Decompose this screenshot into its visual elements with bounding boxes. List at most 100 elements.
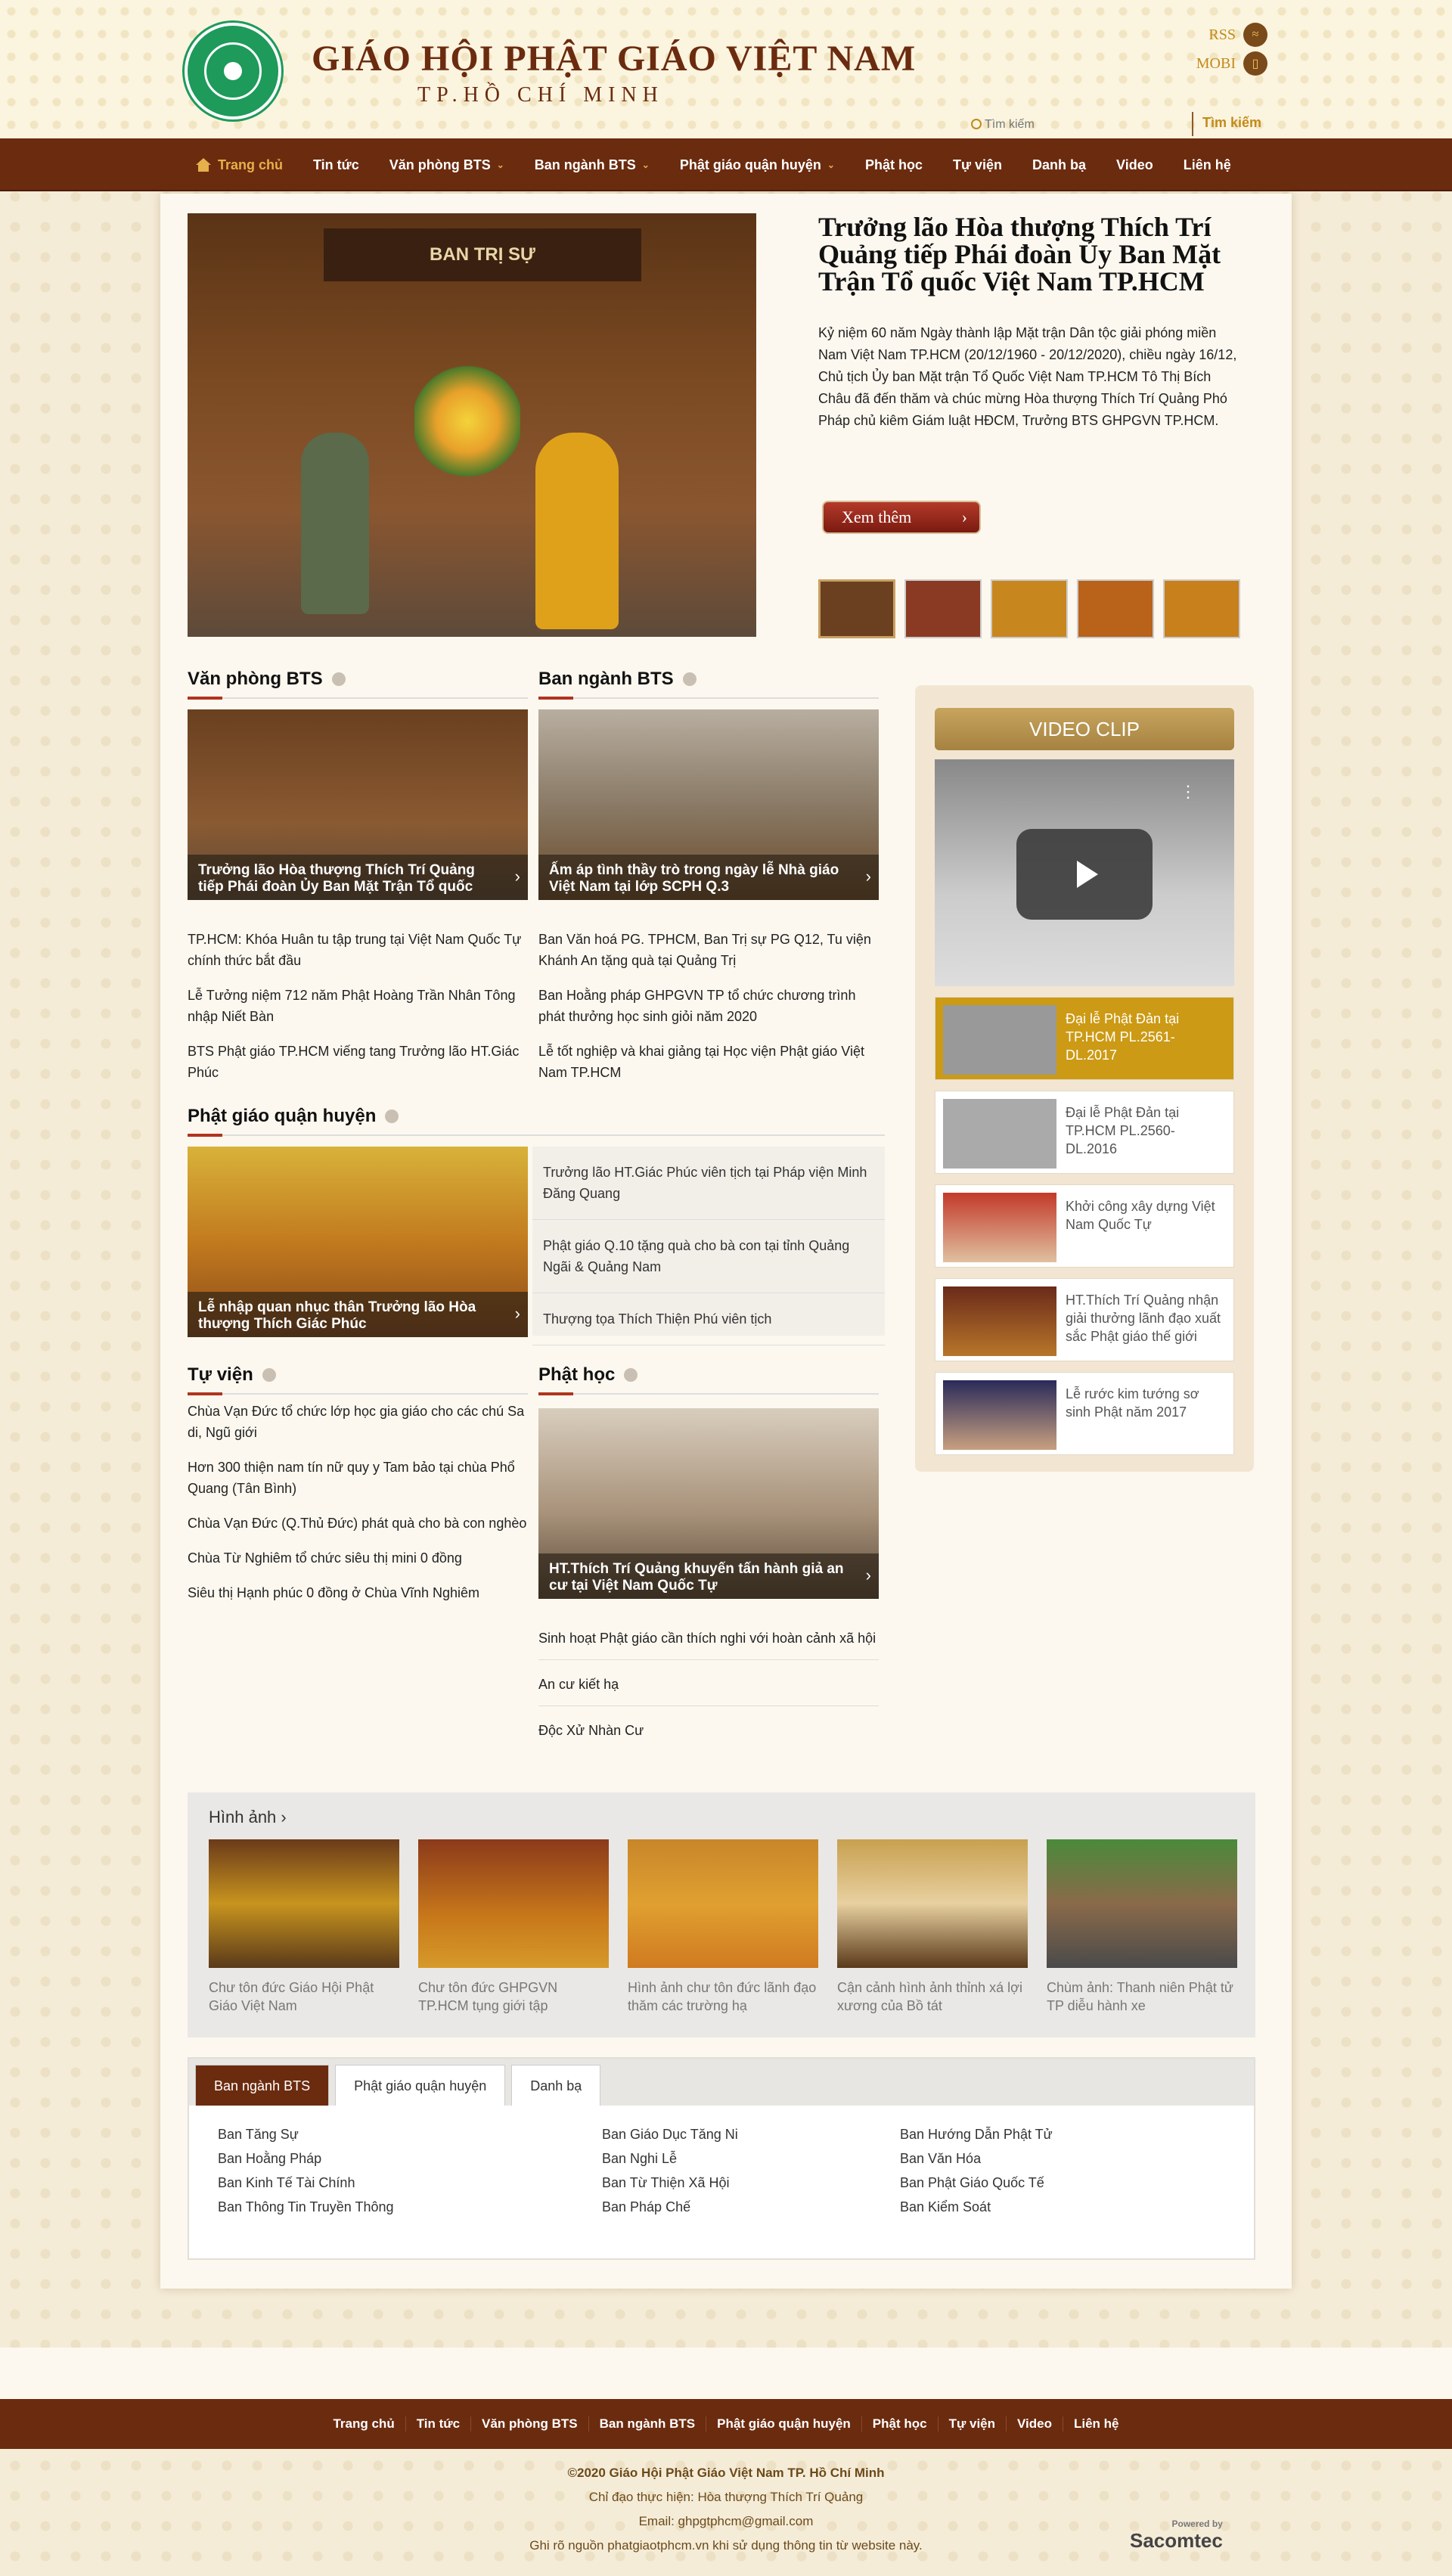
tab-departments[interactable]: Ban ngành BTS <box>195 2065 330 2106</box>
mobi-link[interactable]: MOBI ▯ <box>1196 51 1267 76</box>
footer-link[interactable]: Trang chủ <box>322 2416 406 2432</box>
video-item[interactable]: Lễ rước kim tướng sơ sinh Phật năm 2017 <box>935 1372 1234 1455</box>
tab-link[interactable]: Ban Kiểm Soát <box>900 2195 1053 2219</box>
tab-link[interactable]: Ban Thông Tin Truyền Thông <box>218 2195 394 2219</box>
gallery-item[interactable]: Cận cảnh hình ảnh thỉnh xá lợi xương của… <box>837 1839 1028 2015</box>
gallery-item[interactable]: Chư tôn đức Giáo Hội Phật Giáo Việt Nam <box>209 1839 399 2015</box>
hero-thumb[interactable] <box>991 579 1068 638</box>
nav-temples[interactable]: Tự viện <box>938 138 1017 191</box>
logo[interactable] <box>185 23 281 119</box>
video-item[interactable]: Khởi công xây dựng Việt Nam Quốc Tự <box>935 1184 1234 1268</box>
nav-home[interactable]: Trang chủ <box>180 138 298 191</box>
nav-departments[interactable]: Ban ngành BTS ⌄ <box>520 138 665 191</box>
home-icon <box>195 158 212 172</box>
rss-icon: ≈ <box>1243 23 1267 47</box>
list-item[interactable]: Hơn 300 thiện nam tín nữ quy y Tam bảo t… <box>188 1457 528 1499</box>
list-item[interactable]: Ban Văn hoá PG. TPHCM, Ban Trị sự PG Q12… <box>538 929 879 971</box>
tab-link[interactable]: Ban Phật Giáo Quốc Tế <box>900 2171 1053 2195</box>
section-office-title[interactable]: Văn phòng BTS <box>188 669 346 690</box>
departments-list: Ban Văn hoá PG. TPHCM, Ban Trị sự PG Q12… <box>538 929 879 1097</box>
tab-link[interactable]: Ban Pháp Chế <box>602 2195 738 2219</box>
list-item[interactable]: Chùa Vạn Đức tổ chức lớp học gia giáo ch… <box>188 1401 528 1443</box>
list-item[interactable]: Chùa Vạn Đức (Q.Thủ Đức) phát quà cho bà… <box>188 1513 528 1534</box>
footer-link[interactable]: Tin tức <box>406 2416 472 2432</box>
footer-link[interactable]: Video <box>1007 2416 1063 2432</box>
footer-link[interactable]: Liên hệ <box>1063 2416 1130 2432</box>
footer-link[interactable]: Ban ngành BTS <box>589 2416 707 2432</box>
hero-image[interactable]: BAN TRỊ SỰ <box>188 213 756 637</box>
dharma-card[interactable]: HT.Thích Trí Quảng khuyến tấn hành giả a… <box>538 1408 879 1599</box>
list-item[interactable]: Lễ Tưởng niệm 712 năm Phật Hoàng Trần Nh… <box>188 985 528 1027</box>
sponsor-logo[interactable]: Powered by Sacomtec <box>1130 2519 1223 2553</box>
more-options-icon[interactable]: ⋮ <box>1180 782 1196 802</box>
hero-title[interactable]: Trưởng lão Hòa thượng Thích Trí Quảng ti… <box>818 213 1249 295</box>
section-line <box>188 1134 885 1137</box>
nav-contact[interactable]: Liên hệ <box>1168 138 1246 191</box>
footer-link[interactable]: Phật học <box>862 2416 939 2432</box>
tab-directory[interactable]: Danh bạ <box>511 2065 601 2106</box>
nav-dharma[interactable]: Phật học <box>850 138 938 191</box>
list-item[interactable]: An cư kiết hạ <box>538 1674 879 1706</box>
chevron-right-icon: › <box>281 1808 287 1826</box>
list-item[interactable]: Siêu thị Hạnh phúc 0 đồng ở Chùa Vĩnh Ng… <box>188 1582 528 1603</box>
gallery-item[interactable]: Chùm ảnh: Thanh niên Phật tử TP diễu hàn… <box>1047 1839 1237 2015</box>
hero-thumb[interactable] <box>1077 579 1154 638</box>
gallery-item[interactable]: Hình ảnh chư tôn đức lãnh đạo thăm các t… <box>628 1839 818 2015</box>
footer-email[interactable]: Email: ghpgtphcm@gmail.com <box>0 2509 1452 2534</box>
list-item[interactable]: Lễ tốt nghiệp và khai giảng tại Học viện… <box>538 1041 879 1083</box>
tab-link[interactable]: Ban Nghi Lễ <box>602 2146 738 2171</box>
footer-link[interactable]: Tự viện <box>939 2416 1007 2432</box>
hero-thumb[interactable] <box>818 579 895 638</box>
tab-column: Ban Giáo Dục Tăng Ni Ban Nghi Lễ Ban Từ … <box>602 2122 738 2219</box>
section-line <box>188 1392 528 1395</box>
section-departments-title[interactable]: Ban ngành BTS <box>538 669 697 690</box>
video-item[interactable]: Đại lễ Phật Đản tại TP.HCM PL.2560-DL.20… <box>935 1091 1234 1174</box>
tab-link[interactable]: Ban Từ Thiện Xã Hội <box>602 2171 738 2195</box>
hero-thumb[interactable] <box>1163 579 1240 638</box>
office-card[interactable]: Trưởng lão Hòa thượng Thích Trí Quảng ti… <box>188 709 528 900</box>
search-input[interactable] <box>968 113 1192 136</box>
tab-column: Ban Tăng Sự Ban Hoằng Pháp Ban Kinh Tế T… <box>218 2122 394 2219</box>
tab-link[interactable]: Ban Kinh Tế Tài Chính <box>218 2171 394 2195</box>
tab-link[interactable]: Ban Giáo Dục Tăng Ni <box>602 2122 738 2146</box>
temples-list: Chùa Vạn Đức tổ chức lớp học gia giáo ch… <box>188 1401 528 1617</box>
section-dharma-title[interactable]: Phật học <box>538 1364 638 1386</box>
list-item[interactable]: Trưởng lão HT.Giác Phúc viên tịch tại Ph… <box>532 1147 885 1220</box>
list-item[interactable]: Chùa Từ Nghiêm tổ chức siêu thị mini 0 đ… <box>188 1547 528 1569</box>
dharma-list: Sinh hoạt Phật giáo cần thích nghi với h… <box>538 1628 879 1755</box>
nav-office[interactable]: Văn phòng BTS ⌄ <box>374 138 520 191</box>
nav-news[interactable]: Tin tức <box>298 138 374 191</box>
list-item[interactable]: Thượng tọa Thích Thiện Phú viên tịch <box>532 1293 885 1345</box>
read-more-button[interactable]: Xem thêm › <box>822 501 981 534</box>
hero-thumb[interactable] <box>904 579 982 638</box>
gallery-item[interactable]: Chư tôn đức GHPGVN TP.HCM tụng giới tập <box>418 1839 609 2015</box>
video-item[interactable]: HT.Thích Trí Quảng nhận giải thưởng lãnh… <box>935 1278 1234 1361</box>
list-item[interactable]: Phật giáo Q.10 tặng quà cho bà con tại t… <box>532 1220 885 1293</box>
gallery-title[interactable]: Hình ảnh › <box>209 1808 287 1827</box>
tab-link[interactable]: Ban Văn Hóa <box>900 2146 1053 2171</box>
tab-link[interactable]: Ban Hướng Dẫn Phật Tử <box>900 2122 1053 2146</box>
section-temples-title[interactable]: Tự viện <box>188 1364 276 1386</box>
nav-directory[interactable]: Danh bạ <box>1017 138 1101 191</box>
tab-link[interactable]: Ban Hoằng Pháp <box>218 2146 394 2171</box>
list-item[interactable]: Sinh hoạt Phật giáo cần thích nghi với h… <box>538 1628 879 1660</box>
video-item[interactable]: Đại lễ Phật Đản tại TP.HCM PL.2561-DL.20… <box>935 997 1234 1080</box>
search-button[interactable]: Tìm kiếm <box>1202 115 1261 131</box>
list-item[interactable]: Ban Hoằng pháp GHPGVN TP tổ chức chương … <box>538 985 879 1027</box>
rss-link[interactable]: RSS ≈ <box>1208 23 1267 47</box>
footer-link[interactable]: Văn phòng BTS <box>471 2416 589 2432</box>
nav-video[interactable]: Video <box>1101 138 1168 191</box>
districts-card[interactable]: Lễ nhập quan nhục thân Trưởng lão Hòa th… <box>188 1147 528 1337</box>
site-title[interactable]: GIÁO HỘI PHẬT GIÁO VIỆT NAM <box>312 38 916 79</box>
tab-link[interactable]: Ban Tăng Sự <box>218 2122 394 2146</box>
tab-districts[interactable]: Phật giáo quận huyện <box>335 2065 506 2106</box>
departments-card[interactable]: Ấm áp tình thầy trò trong ngày lễ Nhà gi… <box>538 709 879 900</box>
list-item[interactable]: BTS Phật giáo TP.HCM viếng tang Trưởng l… <box>188 1041 528 1083</box>
play-icon[interactable] <box>1016 829 1153 920</box>
list-item[interactable]: Độc Xử Nhàn Cư <box>538 1720 879 1741</box>
list-item[interactable]: TP.HCM: Khóa Huân tu tập trung tại Việt … <box>188 929 528 971</box>
video-player[interactable]: ⋮ <box>935 759 1234 986</box>
nav-districts[interactable]: Phật giáo quận huyện ⌄ <box>665 138 850 191</box>
section-districts-title[interactable]: Phật giáo quận huyện <box>188 1106 399 1127</box>
footer-link[interactable]: Phật giáo quận huyện <box>706 2416 862 2432</box>
